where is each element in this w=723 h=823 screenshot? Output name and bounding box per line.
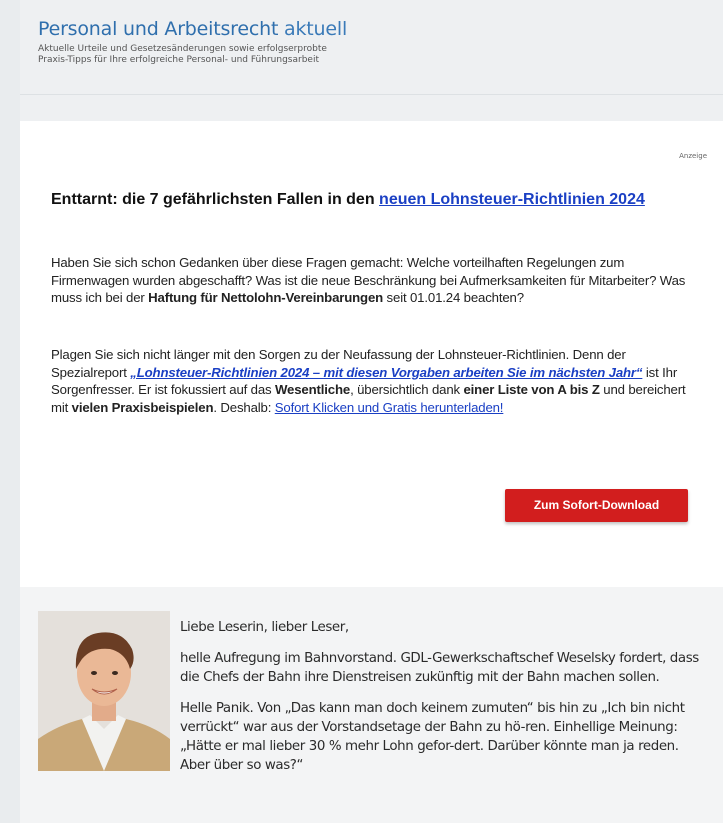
brand-title: Personal und Arbeitsrecht aktuell [38,18,347,40]
advertisement-block: Anzeige Enttarnt: die 7 gefährlichsten F… [20,121,723,587]
report-title-link[interactable]: „Lohnsteuer-Richtlinien 2024 – mit diese… [130,365,642,380]
letter-text: Liebe Leserin, lieber Leser, helle Aufre… [180,618,710,787]
author-portrait-image [38,611,170,771]
ad-headline-text: Enttarnt: die 7 gefährlichsten Fallen in… [51,191,380,208]
letter-paragraph-1: helle Aufregung im Bahnvorstand. GDL-Gew… [180,651,699,685]
ad-paragraph-1: Haben Sie sich schon Gedanken über diese… [51,254,693,307]
tagline: Aktuelle Urteile und Gesetzesänderungen … [38,44,458,66]
ad-p2-e: . Deshalb: [213,399,275,415]
ad-p2-c: , übersichtlich dank [350,382,464,397]
anzeige-label: Anzeige [679,152,707,160]
newsletter-header: Personal und Arbeitsrecht aktuell Aktuel… [20,0,723,95]
ad-headline-link[interactable]: neuen Lohnsteuer-Richtlinien 2024 [379,191,645,208]
tagline-line-1: Aktuelle Urteile und Gesetzesänderungen … [38,44,327,54]
ad-p2-bold-2: einer Liste von A bis Z [463,382,600,397]
brand-main: Personal und Arbeitsrecht [38,18,279,40]
ad-paragraph-2: Plagen Sie sich nicht länger mit den Sor… [51,346,693,416]
download-cta-link[interactable]: Sofort Klicken und Gratis herunterladen! [275,400,504,415]
editorial-letter: Liebe Leserin, lieber Leser, helle Aufre… [20,587,723,823]
ad-headline: Enttarnt: die 7 gefährlichsten Fallen in… [51,189,691,211]
header-spacer [20,95,723,121]
ad-p2-bold-3: vielen Praxisbeispielen [71,399,214,415]
letter-greeting: Liebe Leserin, lieber Leser, [180,620,349,635]
tagline-line-2: Praxis-Tipps für Ihre erfolgreiche Perso… [38,55,319,65]
ad-p1-end: seit 01.01.24 beachten? [383,290,525,305]
author-photo [38,611,170,771]
letter-paragraph-2: Helle Panik. Von „Das kann man doch kein… [180,701,685,773]
ad-p2-bold-1: Wesentliche [275,382,351,397]
brand-accent: aktuell [284,18,348,40]
newsletter-container: Personal und Arbeitsrecht aktuell Aktuel… [20,0,723,823]
ad-p1-bold: Haftung für Nettolohn-Vereinbarungen [148,290,384,305]
download-button[interactable]: Zum Sofort-Download [505,489,688,522]
